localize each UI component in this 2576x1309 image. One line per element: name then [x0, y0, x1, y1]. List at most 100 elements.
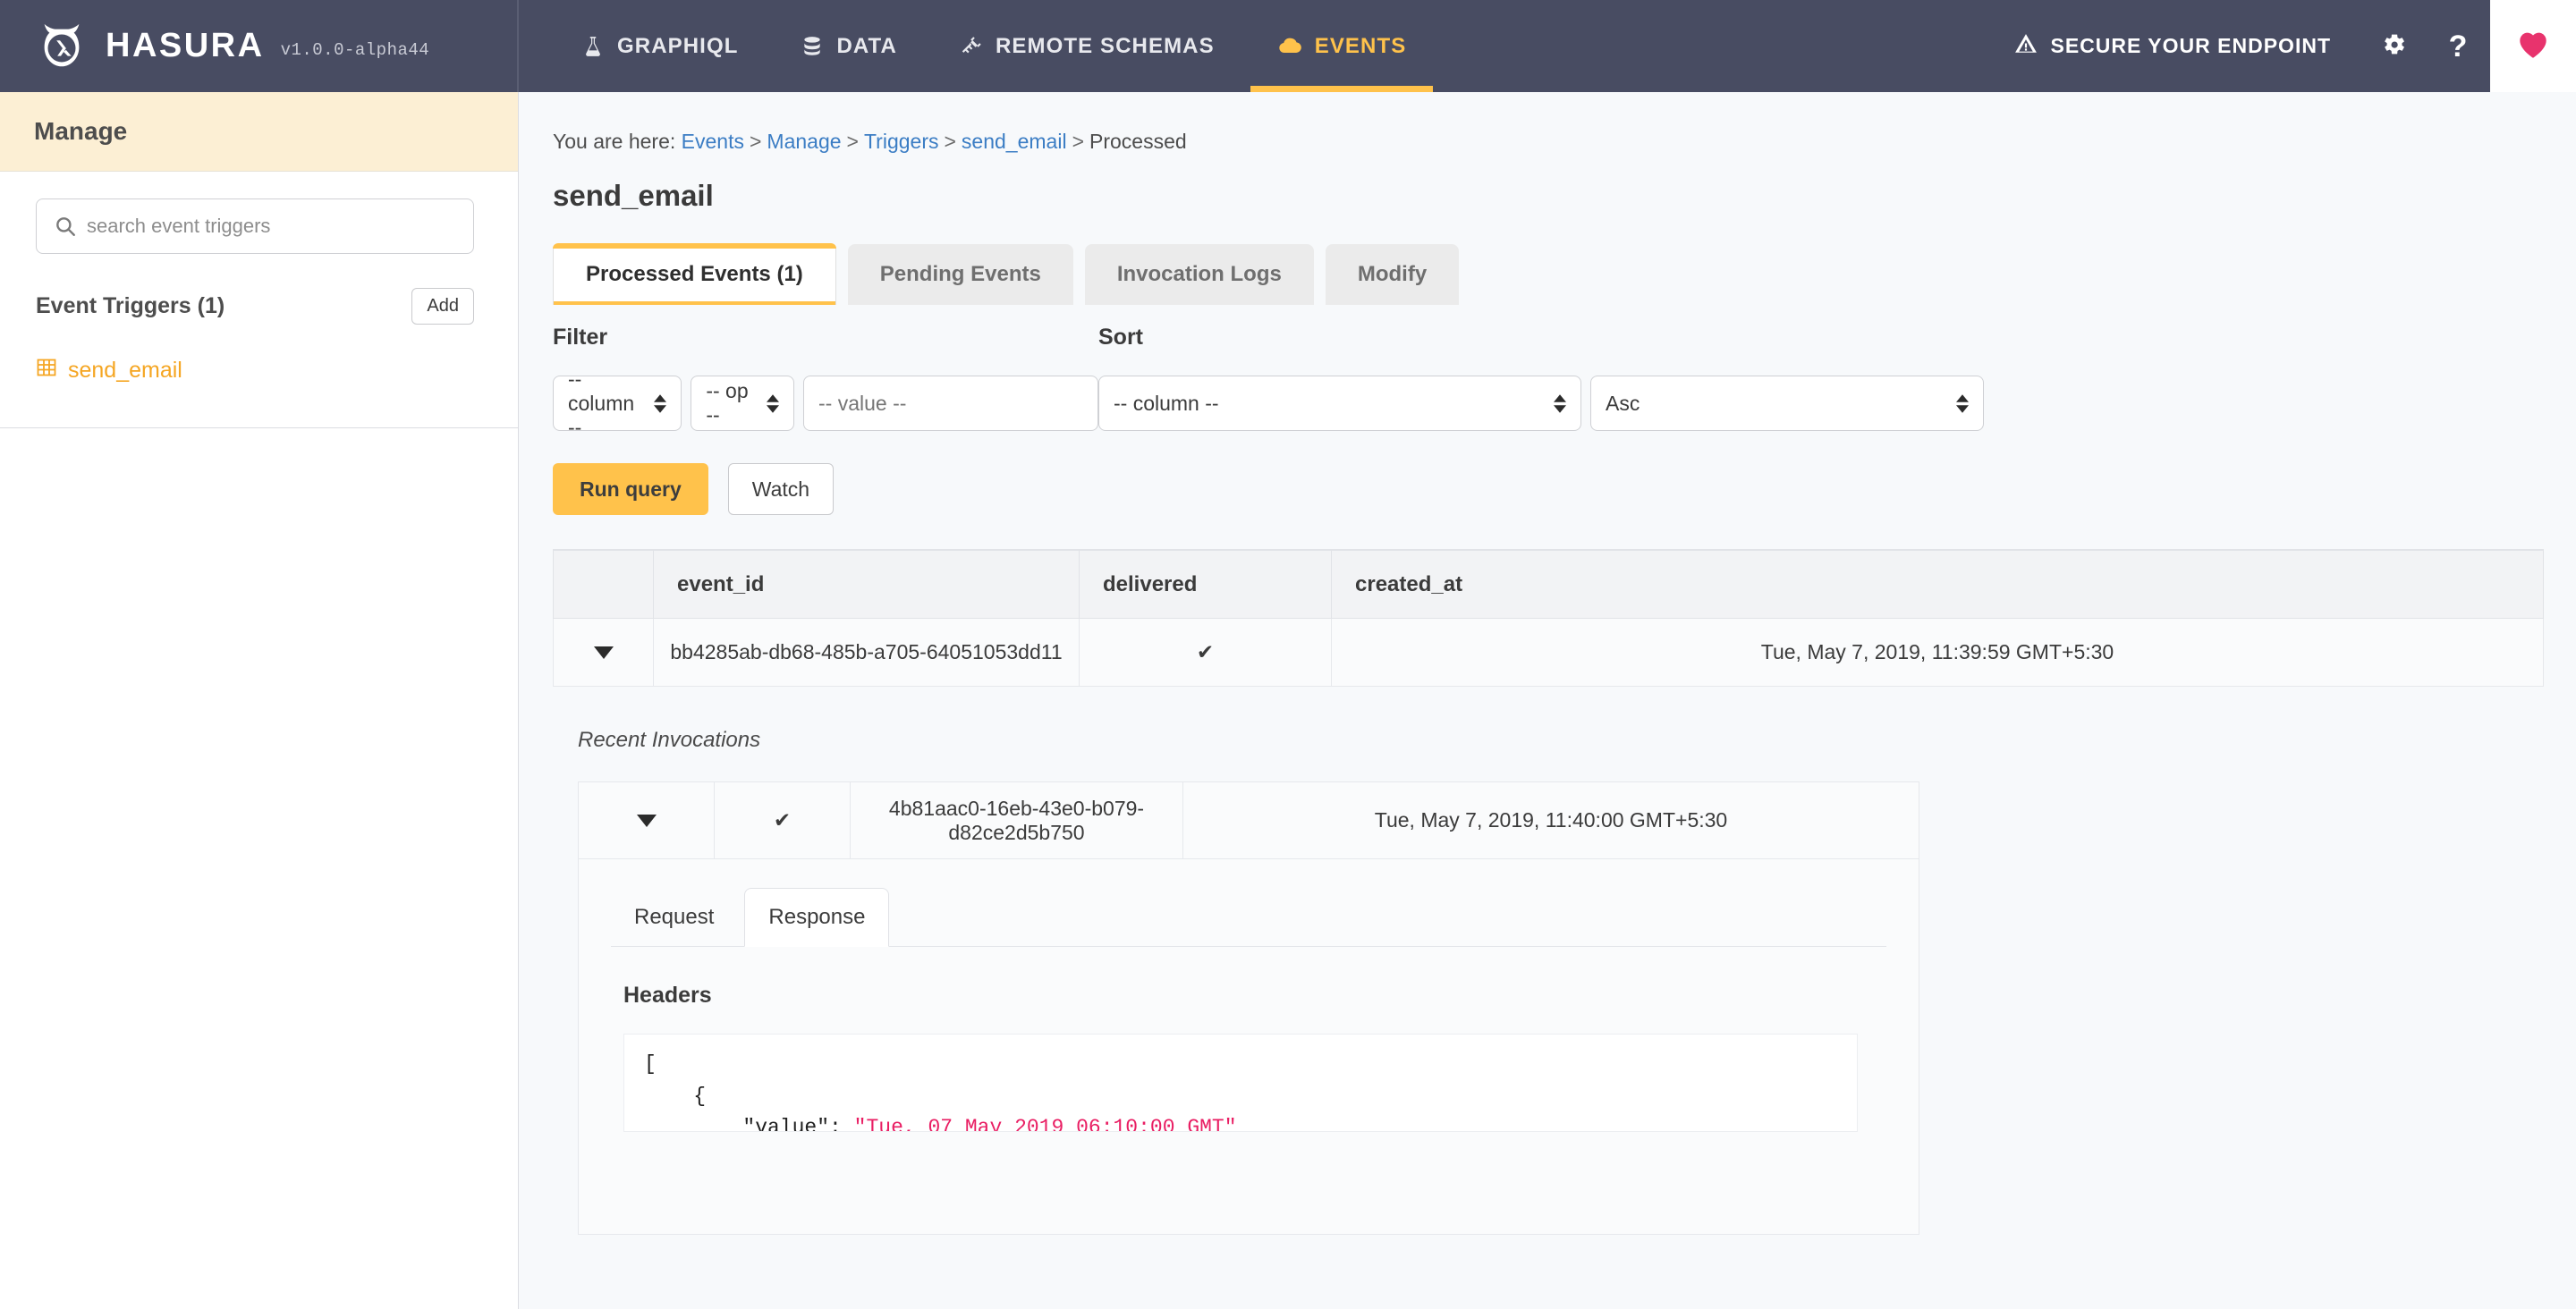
- tab-label: Processed Events (1): [586, 262, 803, 286]
- query-actions: Run query Watch: [519, 431, 2576, 515]
- gear-icon: [2381, 31, 2407, 62]
- database-icon: [801, 35, 824, 58]
- headers-title: Headers: [623, 983, 712, 1008]
- table-row: bb4285ab-db68-485b-a705-64051053dd11 ✔ T…: [553, 618, 2544, 687]
- column-header-expander[interactable]: [553, 550, 654, 619]
- search-input[interactable]: [36, 198, 474, 254]
- request-response-panel: Request Response Headers [ { "value": "T…: [578, 859, 1919, 1235]
- event-triggers-row: Event Triggers (1) Add: [36, 288, 474, 325]
- hasura-mascot-icon: [34, 19, 89, 74]
- brand-logo-area[interactable]: HASURA v1.0.0-alpha44: [0, 0, 519, 92]
- tab-bar: Processed Events (1) Pending Events Invo…: [519, 213, 2576, 305]
- filter-value-input[interactable]: [803, 376, 1098, 431]
- flask-icon: [581, 35, 605, 58]
- chevron-updown-icon: [654, 393, 667, 413]
- secure-endpoint-link[interactable]: SECURE YOUR ENDPOINT: [1984, 32, 2361, 61]
- filter-column-value: -- column --: [568, 367, 635, 439]
- nav-item-label: GRAPHIQL: [617, 33, 739, 58]
- search-container: [36, 198, 482, 254]
- run-query-button[interactable]: Run query: [553, 463, 708, 515]
- sort-column-value: -- column --: [1114, 391, 1219, 415]
- sidebar-header: Manage: [0, 92, 518, 172]
- query-controls: Filter -- column -- -- op -- -- value --…: [519, 305, 2576, 439]
- sidebar-item-send-email[interactable]: send_email: [36, 357, 482, 427]
- heart-icon: [2514, 25, 2552, 67]
- tab-modify[interactable]: Modify: [1325, 244, 1460, 305]
- sidebar-body: Event Triggers (1) Add send_email: [0, 172, 518, 427]
- breadcrumb-link-triggers[interactable]: Triggers: [864, 130, 939, 153]
- tab-label: Response: [768, 905, 866, 929]
- breadcrumb-separator: >: [846, 130, 859, 153]
- nav-item-events[interactable]: EVENTS: [1250, 0, 1434, 92]
- nav-item-label: DATA: [836, 33, 897, 58]
- add-trigger-button[interactable]: Add: [411, 288, 474, 325]
- sidebar: Manage Event Triggers (1) Add: [0, 92, 519, 1309]
- column-header-created-at[interactable]: created_at: [1331, 550, 2544, 619]
- search-icon: [54, 215, 77, 242]
- love-button[interactable]: [2490, 0, 2576, 92]
- chevron-updown-icon: [1554, 393, 1566, 413]
- tab-processed-events[interactable]: Processed Events (1): [553, 243, 836, 305]
- filter-op-select[interactable]: -- op --: [691, 376, 794, 431]
- sidebar-divider: [0, 427, 518, 428]
- tab-label: Modify: [1357, 262, 1428, 286]
- cell-event-id: bb4285ab-db68-485b-a705-64051053dd11: [653, 618, 1080, 687]
- code-line-open-brace: {: [644, 1084, 707, 1108]
- warning-triangle-icon: [2014, 32, 2038, 61]
- invocation-expander-cell[interactable]: [578, 781, 715, 859]
- help-button[interactable]: ?: [2426, 0, 2490, 92]
- filter-label: Filter: [553, 325, 608, 350]
- recent-invocations-label: Recent Invocations: [578, 728, 761, 752]
- tab-request[interactable]: Request: [611, 889, 737, 946]
- row-expander-cell[interactable]: [553, 618, 654, 687]
- breadcrumb-separator: >: [1072, 130, 1084, 153]
- breadcrumb: You are here: Events > Manage > Triggers > sen…: [519, 92, 2576, 154]
- watch-button[interactable]: Watch: [727, 463, 835, 515]
- tab-response[interactable]: Response: [744, 888, 890, 947]
- tab-invocation-logs[interactable]: Invocation Logs: [1084, 244, 1314, 305]
- sort-section: Sort -- column -- Asc: [1098, 325, 2576, 431]
- sort-column-select[interactable]: -- column --: [1098, 376, 1581, 431]
- breadcrumb-link-manage[interactable]: Manage: [767, 130, 841, 153]
- chevron-updown-icon: [1956, 393, 1969, 413]
- filter-column-select[interactable]: -- column --: [553, 367, 682, 439]
- sort-direction-select[interactable]: Asc: [1590, 376, 1984, 431]
- breadcrumb-link-send-email[interactable]: send_email: [962, 130, 1067, 153]
- caret-down-icon[interactable]: [593, 646, 614, 659]
- nav-item-graphiql[interactable]: GRAPHIQL: [555, 0, 765, 92]
- column-header-delivered[interactable]: delivered: [1079, 550, 1332, 619]
- nav-item-data[interactable]: DATA: [774, 0, 924, 92]
- breadcrumb-current: Processed: [1089, 130, 1187, 153]
- filter-section: Filter -- column -- -- op --: [553, 325, 1098, 439]
- sort-label: Sort: [1098, 325, 1143, 350]
- headers-code-block: [ { "value": "Tue, 07 May 2019 06:10:00 …: [623, 1034, 1858, 1132]
- column-header-event-id[interactable]: event_id: [653, 550, 1080, 619]
- settings-button[interactable]: [2361, 0, 2426, 92]
- brand-name: HASURA: [106, 27, 265, 64]
- top-navigation-bar: HASURA v1.0.0-alpha44 GRAPHIQL DATA REMO…: [0, 0, 2576, 92]
- code-colon: :: [829, 1116, 854, 1132]
- cell-delivered: ✔: [1079, 618, 1332, 687]
- breadcrumb-link-events[interactable]: Events: [682, 130, 744, 153]
- code-line-open-bracket: [: [644, 1052, 657, 1076]
- breadcrumb-separator: >: [944, 130, 956, 153]
- request-response-tabs: Request Response: [611, 888, 1886, 947]
- cell-invocation-created-at: Tue, May 7, 2019, 11:40:00 GMT+5:30: [1182, 781, 1919, 859]
- sidebar-item-label: send_email: [68, 358, 182, 383]
- tab-label: Request: [634, 905, 715, 929]
- cloud-icon: [1277, 34, 1302, 59]
- tab-pending-events[interactable]: Pending Events: [847, 244, 1073, 305]
- nav-item-label: REMOTE SCHEMAS: [995, 33, 1215, 58]
- filter-op-value: -- op --: [706, 379, 749, 426]
- sort-direction-value: Asc: [1606, 391, 1640, 415]
- recent-invocations-table: ✔ 4b81aac0-16eb-43e0-b079-d82ce2d5b750 T…: [578, 781, 1919, 859]
- question-mark-icon: ?: [2448, 29, 2468, 63]
- main-nav: GRAPHIQL DATA REMOTE SCHEMAS EVENTS: [519, 0, 1984, 92]
- chevron-updown-icon: [767, 393, 779, 413]
- code-string-value: "Tue, 07 May 2019 06:10:00 GMT": [853, 1116, 1237, 1132]
- caret-down-icon[interactable]: [636, 815, 657, 827]
- filter-controls: -- column -- -- op --: [553, 367, 1098, 439]
- main-content: You are here: Events > Manage > Triggers > sen…: [519, 92, 2576, 1309]
- nav-item-remote-schemas[interactable]: REMOTE SCHEMAS: [933, 0, 1241, 92]
- cell-invocation-id: 4b81aac0-16eb-43e0-b079-d82ce2d5b750: [850, 781, 1183, 859]
